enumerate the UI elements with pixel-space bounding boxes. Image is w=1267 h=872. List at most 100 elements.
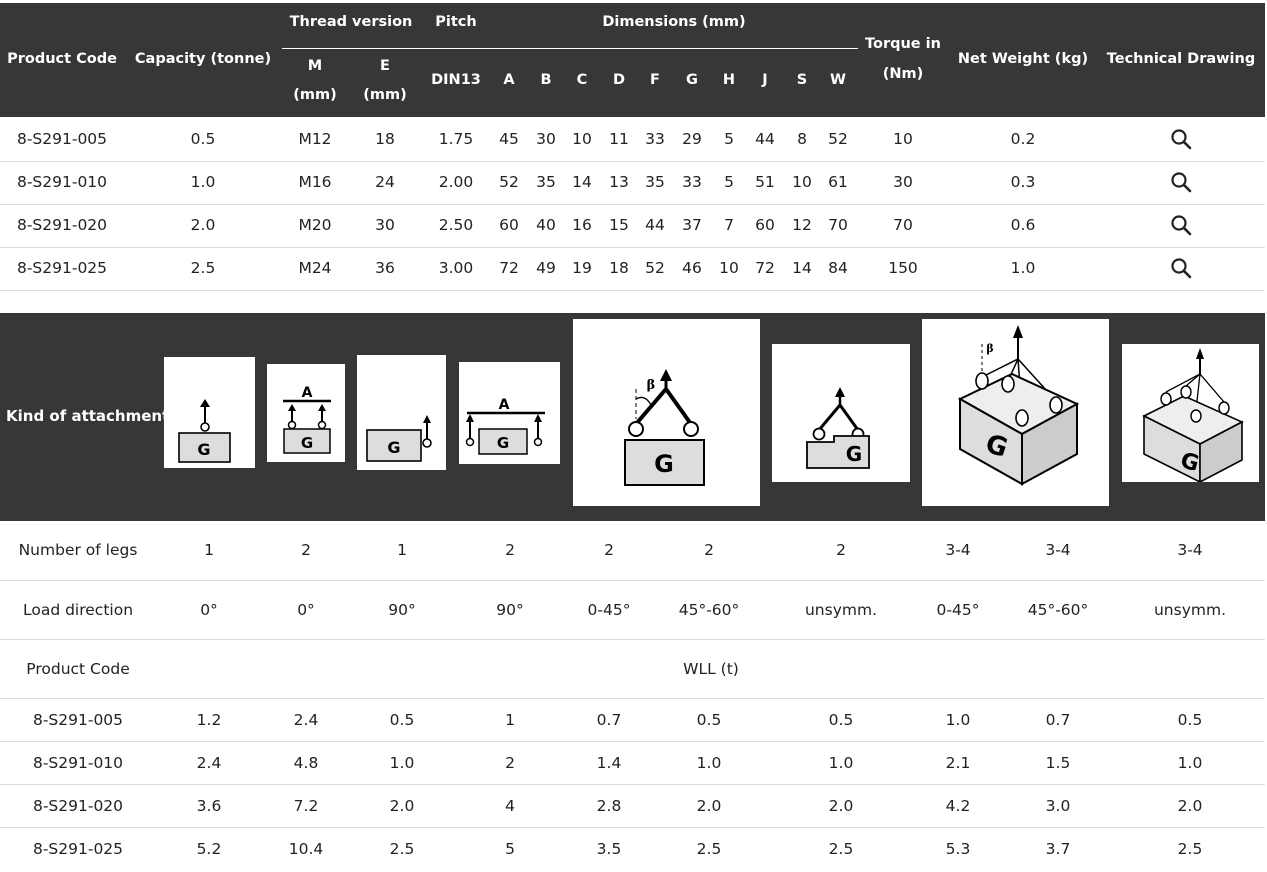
header-dim-s: S (796, 72, 808, 88)
table-row: 8-S291-025 2.5 M24 36 3.00 72 49 19 18 52 46 10 72 14… (0, 247, 1265, 291)
legs-cell: 2 (505, 541, 515, 559)
header-torque: Torque in (865, 36, 941, 52)
header-dim-f: F (650, 72, 660, 88)
dimension-cell: 46 (682, 259, 702, 277)
legs-label: Number of legs (18, 541, 138, 559)
torque-cell: 70 (893, 216, 913, 234)
net-weight-cell: 0.2 (1010, 130, 1036, 148)
table-row: 8-S291-020 3.6 7.2 2.0 4 2.8 2.0 2.0 4.2 3.0 2.0 (0, 785, 1265, 828)
legs-cell: 3-4 (1045, 541, 1071, 559)
wll-value-cell: 4.8 (293, 754, 319, 772)
dimension-cell: 15 (609, 216, 629, 234)
legs-cell: 2 (836, 541, 846, 559)
wll-value-cell: 3.7 (1045, 840, 1071, 858)
wll-value-cell: 1.5 (1045, 754, 1071, 772)
wll-value-cell: 3.6 (196, 797, 222, 815)
direction-cell: 45°-60° (1027, 601, 1089, 619)
header-dim-h: H (722, 72, 736, 88)
wll-value-cell: 2.5 (389, 840, 415, 858)
attachment-diagram-two-leg-angle: β G (573, 319, 760, 506)
dimension-cell: 10 (719, 259, 739, 277)
wll-value-cell: 7.2 (293, 797, 319, 815)
wll-value-cell: 1.2 (196, 711, 222, 729)
wll-value-cell: 0.7 (1045, 711, 1071, 729)
wll-value-cell: 0.7 (596, 711, 622, 729)
header-dim-a: A (503, 72, 515, 88)
load-direction-row: Load direction 0° 0° 90° 90° 0-45° 45°-6… (0, 581, 1265, 640)
product-code-cell: 8-S291-025 (16, 259, 108, 277)
wll-value-cell: 4 (505, 797, 515, 815)
wll-value-cell: 2.0 (828, 797, 854, 815)
dimension-cell: 14 (792, 259, 812, 277)
product-code-cell: 8-S291-005 (16, 130, 108, 148)
thread-m-cell: M24 (298, 259, 332, 277)
attachment-diagram-multi-leg-unsymmetric: G (1122, 344, 1259, 484)
attachment-diagram-multi-leg-block: β G (922, 319, 1109, 506)
magnifier-icon[interactable] (1170, 171, 1192, 193)
wll-value-cell: 2.5 (1177, 840, 1203, 858)
capacity-cell: 2.5 (190, 259, 216, 277)
direction-cell: unsymm. (804, 601, 878, 619)
attachment-diagram-two-side-beam: A G (459, 362, 560, 464)
svg-text:G: G (497, 434, 509, 452)
dimension-cell: 33 (645, 130, 665, 148)
header-din13: DIN13 (431, 72, 481, 88)
wll-product-code-cell: 8-S291-005 (32, 711, 124, 729)
net-weight-cell: 1.0 (1010, 259, 1036, 277)
header-capacity: Capacity (tonne) (134, 51, 272, 67)
svg-text:β: β (647, 378, 656, 393)
header-e: E (380, 58, 390, 74)
wll-value-cell: 2.0 (696, 797, 722, 815)
wll-value-cell: 2.4 (293, 711, 319, 729)
direction-cell: unsymm. (1153, 601, 1227, 619)
direction-cell: 0-45° (587, 601, 631, 619)
header-dim-c: C (576, 72, 588, 88)
table-row: 8-S291-020 2.0 M20 30 2.50 60 40 16 15 44 37 7 60 12 7… (0, 204, 1265, 248)
spec-table-header: Product Code Capacity (tonne) Thread ver… (0, 3, 1265, 117)
wll-value-cell: 1.0 (945, 711, 971, 729)
wll-value-cell: 1.0 (696, 754, 722, 772)
capacity-cell: 1.0 (190, 173, 216, 191)
dimension-cell: 44 (645, 216, 665, 234)
dimension-cell: 51 (755, 173, 775, 191)
magnifier-icon[interactable] (1170, 257, 1192, 279)
dimension-cell: 37 (682, 216, 702, 234)
legs-row: Number of legs 1 2 1 2 2 2 2 3-4 3-4 3-4 (0, 521, 1265, 581)
legs-cell: 2 (301, 541, 311, 559)
dimension-cell: 5 (724, 130, 734, 148)
dimension-cell: 33 (682, 173, 702, 191)
pitch-cell: 1.75 (438, 130, 474, 148)
product-code-cell: 8-S291-020 (16, 216, 108, 234)
dimension-cell: 10 (792, 173, 812, 191)
header-dim-j: J (762, 72, 768, 88)
wll-value-cell: 3.5 (596, 840, 622, 858)
wll-value-cell: 0.5 (696, 711, 722, 729)
svg-text:G: G (654, 450, 674, 478)
header-dim-d: D (612, 72, 626, 88)
dimension-cell: 7 (724, 216, 734, 234)
magnifier-icon[interactable] (1170, 214, 1192, 236)
dimension-cell: 52 (499, 173, 519, 191)
header-group-divider (282, 48, 858, 49)
svg-text:G: G (387, 438, 400, 457)
direction-cell: 0° (297, 601, 315, 619)
wll-value-cell: 2.0 (389, 797, 415, 815)
wll-value-cell: 2 (505, 754, 515, 772)
dimension-cell: 19 (572, 259, 592, 277)
thread-e-cell: 18 (375, 130, 395, 148)
wll-label: WLL (t) (683, 660, 739, 678)
header-m: M (307, 58, 323, 74)
magnifier-icon[interactable] (1170, 128, 1192, 150)
legs-cell: 3-4 (1177, 541, 1203, 559)
dimension-cell: 11 (609, 130, 629, 148)
header-pitch: Pitch (435, 14, 477, 30)
thread-e-cell: 24 (375, 173, 395, 191)
header-technical-drawing: Technical Drawing (1106, 51, 1256, 67)
kind-of-attachment-label: Kind of attachment (6, 407, 170, 425)
thread-m-cell: M12 (298, 130, 332, 148)
dimension-cell: 49 (536, 259, 556, 277)
attachment-header: Kind of attachment G A G G A G β G G β G… (0, 313, 1265, 521)
product-code-cell: 8-S291-010 (16, 173, 108, 191)
dimension-cell: 60 (499, 216, 519, 234)
dimension-cell: 35 (536, 173, 556, 191)
